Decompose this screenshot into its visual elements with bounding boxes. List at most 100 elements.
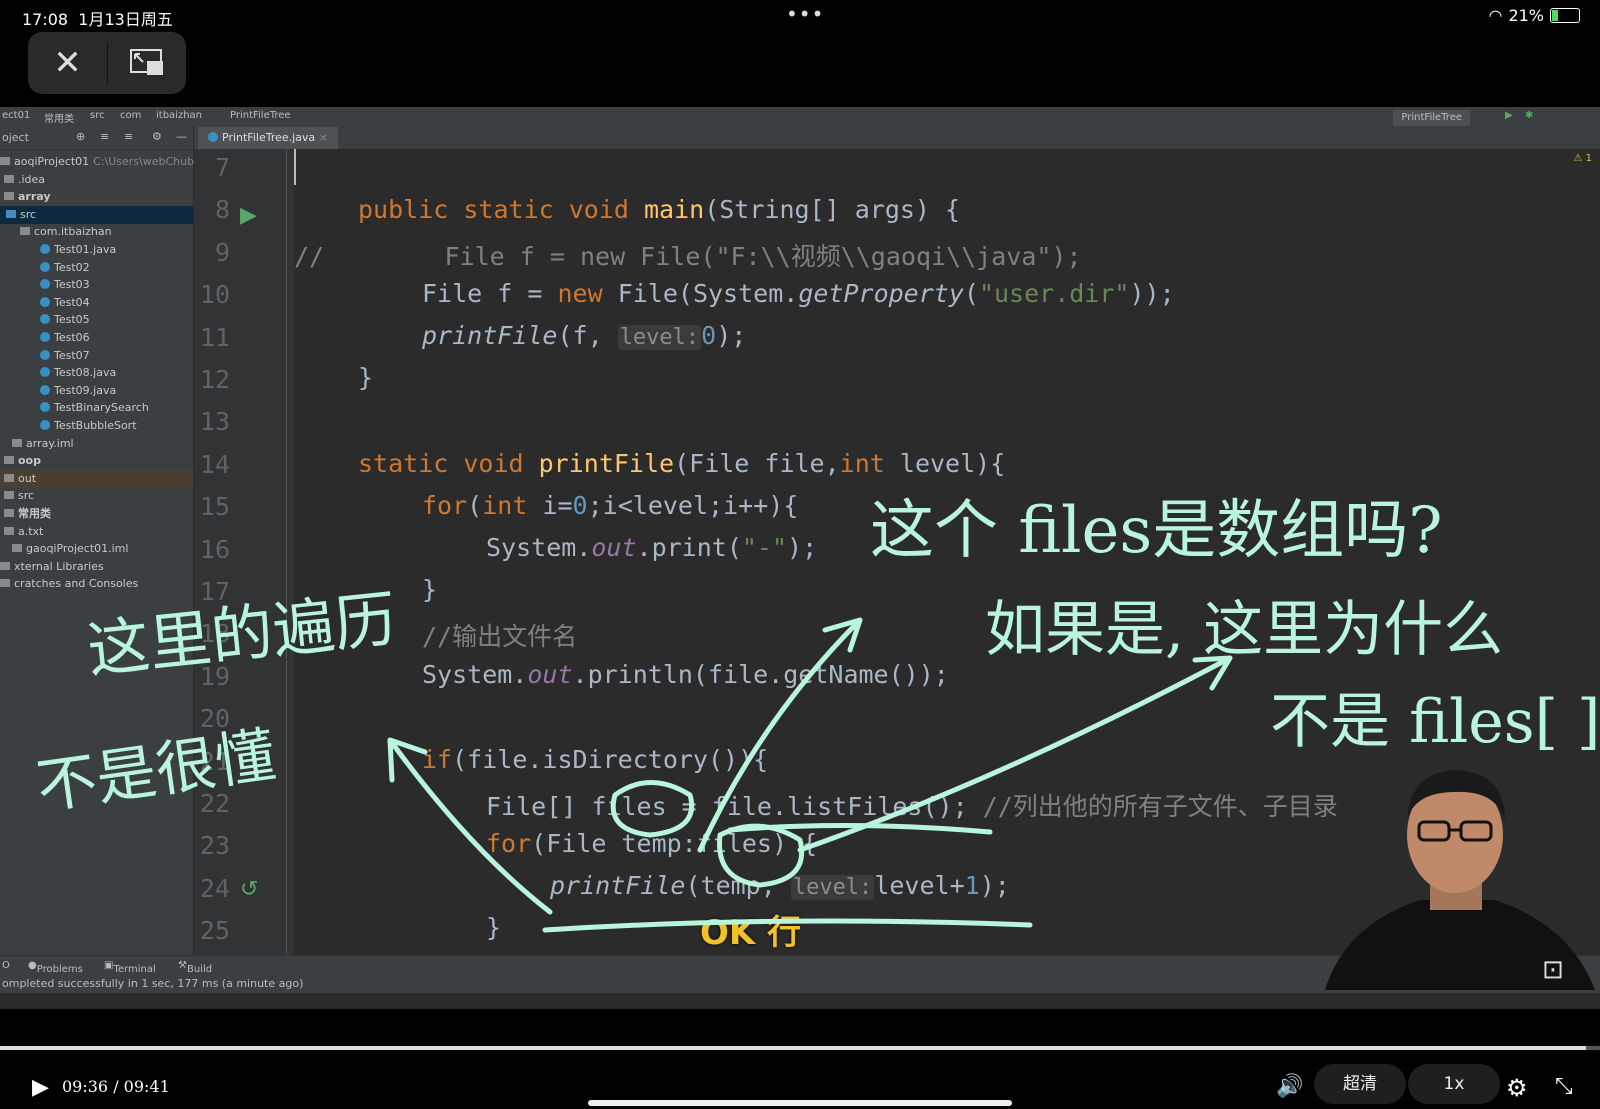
run-icon[interactable]: ▶ <box>1505 110 1513 121</box>
line-number: 15 <box>199 492 230 522</box>
tree-item-label: src <box>18 489 35 503</box>
tree-item[interactable]: Test06 <box>0 329 193 347</box>
tree-item-label: Test05 <box>54 313 90 327</box>
line-number: 24 <box>199 873 230 903</box>
tab-todo[interactable]: O <box>2 960 10 971</box>
close-icon: ✕ <box>53 43 82 83</box>
tree-item-label: .idea <box>18 172 46 186</box>
tree-item[interactable]: array <box>0 188 193 206</box>
tree-item-label: Test03 <box>54 278 90 292</box>
debug-icon[interactable]: ✱ <box>1525 110 1533 121</box>
inspection-warning-badge[interactable]: ⚠ 1 <box>1573 153 1592 164</box>
scan-text-icon[interactable]: ⊡ <box>1542 955 1564 985</box>
tree-item[interactable]: a.txt <box>0 523 193 541</box>
tab-terminal[interactable]: ▣ Terminal <box>104 960 156 975</box>
folder-icon <box>0 157 10 165</box>
java-class-icon <box>40 261 50 272</box>
folder-icon <box>4 491 14 500</box>
tree-item[interactable]: Test09.java <box>0 382 193 400</box>
tree-item[interactable]: TestBinarySearch <box>0 399 193 417</box>
volume-icon[interactable]: 🔊 <box>1276 1074 1303 1099</box>
collapse-all-icon[interactable]: ≡ <box>124 130 133 143</box>
tree-item[interactable]: aoqiProject01 C:\Users\webChubby <box>0 153 208 171</box>
tree-item-label: array.iml <box>26 436 74 450</box>
code-line-9: // File f = new File("F:\\视频\\gaoqi\\jav… <box>294 242 1082 271</box>
run-gutter-icon[interactable]: ▶ <box>240 203 257 228</box>
close-tab-icon[interactable]: × <box>319 131 328 144</box>
run-config-select[interactable]: PrintFileTree <box>1393 110 1470 126</box>
progress-fill <box>0 1046 1586 1050</box>
tree-item-label: xternal Libraries <box>14 559 104 573</box>
tree-item[interactable]: Test02 <box>0 259 193 277</box>
tree-item[interactable]: oop <box>0 452 193 470</box>
home-indicator <box>588 1100 1012 1106</box>
gear-icon[interactable]: ⚙ <box>152 130 162 143</box>
code-line-8: public static void main(String[] args) { <box>358 195 961 224</box>
code-line-11: printFile(f, level:0); <box>422 321 747 350</box>
tree-item[interactable]: Test04 <box>0 294 193 312</box>
tree-item[interactable]: Test01.java <box>0 241 193 259</box>
tree-item[interactable]: gaoqiProject01.iml <box>0 540 193 558</box>
hide-icon[interactable]: — <box>176 130 187 143</box>
tree-item[interactable]: Test08.java <box>0 364 193 382</box>
status-bar: 17:08 1月13日周五 ••• ◠ 21% <box>0 0 1600 32</box>
line-number: 12 <box>199 365 230 394</box>
tree-item[interactable]: src <box>0 487 193 505</box>
tree-item[interactable]: array.iml <box>0 435 193 453</box>
java-class-icon <box>40 244 50 254</box>
breadcrumb-item[interactable]: 常用类 <box>44 110 74 125</box>
code-line-23: for(File temp:files) { <box>486 829 818 858</box>
java-class-icon <box>40 349 50 360</box>
code-line-14: static void printFile(File file,int leve… <box>358 449 1006 478</box>
tree-item-label: Test04 <box>54 295 90 309</box>
code-line-12: } <box>358 363 374 392</box>
breadcrumb-item[interactable]: ect01 <box>2 110 30 121</box>
line-number: 23 <box>199 831 230 861</box>
quality-button[interactable]: 超清 <box>1314 1064 1406 1104</box>
tree-item[interactable]: xternal Libraries <box>0 558 193 576</box>
tree-item[interactable]: Test05 <box>0 311 193 329</box>
tree-item-label: oop <box>18 454 41 468</box>
tree-item[interactable]: Test03 <box>0 276 193 294</box>
multitask-dots-icon[interactable]: ••• <box>786 2 824 26</box>
locate-icon[interactable]: ⊕ <box>76 130 85 143</box>
code-line-19: System.out.println(file.getName()); <box>422 660 949 689</box>
expand-all-icon[interactable]: ≡ <box>100 130 109 143</box>
text-cursor <box>294 149 296 185</box>
tree-item[interactable]: com.itbaizhan <box>0 223 193 241</box>
breadcrumb-item[interactable]: com <box>120 110 141 121</box>
breadcrumb-item[interactable]: src <box>90 110 105 121</box>
line-number: 16 <box>199 534 230 564</box>
tab-build[interactable]: ⚒ Build <box>178 960 212 975</box>
line-number: 25 <box>199 916 230 946</box>
tree-item-label: aoqiProject01 <box>14 155 90 168</box>
battery-icon <box>1550 8 1580 23</box>
line-number: 8 <box>214 195 230 225</box>
code-line-10: File f = new File(System.getProperty("us… <box>422 279 1175 308</box>
line-number: 13 <box>199 407 230 437</box>
tree-item[interactable]: out <box>0 469 193 488</box>
close-button[interactable]: ✕ <box>28 32 107 94</box>
tree-item[interactable]: cratches and Consoles <box>0 575 193 593</box>
tree-item[interactable]: src <box>0 205 193 224</box>
speed-button[interactable]: 1x <box>1408 1064 1500 1104</box>
breadcrumb-item[interactable]: PrintFileTree <box>230 110 291 121</box>
java-class-icon <box>40 402 50 413</box>
project-view-select[interactable]: oject <box>2 131 29 144</box>
tree-item[interactable]: Test07 <box>0 347 193 365</box>
status-time: 17:08 1月13日周五 <box>22 10 173 29</box>
tab-printfiletree[interactable]: PrintFileTree.java × <box>198 127 338 151</box>
tree-item[interactable]: 常用类 <box>0 505 193 523</box>
breadcrumb-item[interactable]: itbaizhan <box>156 110 202 121</box>
play-icon[interactable]: ▶ <box>32 1075 49 1100</box>
tree-item[interactable]: TestBubbleSort <box>0 417 193 435</box>
progress-bar[interactable] <box>0 1046 1600 1050</box>
tree-item-label: Test09.java <box>54 383 117 397</box>
tab-problems[interactable]: ● Problems <box>28 960 83 975</box>
video-subtitle: OK 行 <box>700 913 802 953</box>
exit-pip-button[interactable] <box>107 32 186 94</box>
line-number: 21 <box>199 746 230 776</box>
tree-item[interactable]: .idea <box>0 171 193 189</box>
exit-fullscreen-icon[interactable]: ⤡ <box>1555 1074 1573 1099</box>
gear-icon[interactable]: ⚙ <box>1506 1074 1528 1102</box>
